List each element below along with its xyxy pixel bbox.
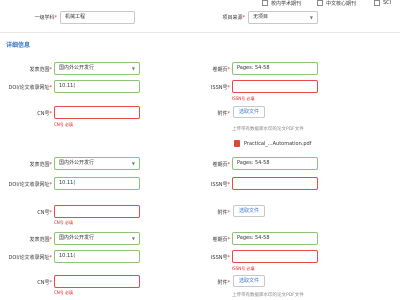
pages-input[interactable]: Pages: 54-58 — [232, 62, 318, 75]
divider — [0, 32, 400, 33]
issn-input[interactable] — [232, 177, 318, 190]
doi-label: DOI/论文收录网址* — [8, 85, 52, 91]
attach-hint: 上传带有数据库水印的论文PDF文件 — [232, 127, 304, 132]
cn-label: CN号* — [37, 111, 52, 117]
attached-file-link[interactable]: Practical_...Automation.pdf — [244, 141, 311, 147]
cn-input[interactable] — [54, 106, 140, 119]
scope-label: 发表范围* — [29, 162, 52, 168]
cn-label: CN号* — [37, 280, 52, 286]
chevron-down-icon: ▼ — [309, 15, 313, 20]
pages-input[interactable]: Pages: 54-58 — [232, 157, 318, 170]
doi-label: DOI/论文收录网址* — [8, 182, 52, 188]
checkbox-campus-journal[interactable] — [262, 0, 268, 6]
scope-label: 发表范围* — [29, 237, 52, 243]
cn-input[interactable] — [54, 205, 140, 218]
issn-error: ISSN号 必填 — [232, 96, 255, 101]
issn-input[interactable] — [232, 250, 318, 263]
doi-input[interactable]: 10.11( — [54, 177, 140, 190]
scope-label: 发表范围* — [29, 67, 52, 73]
cn-error: CN号 必填 — [54, 290, 74, 295]
choose-file-button[interactable]: 选取文件 — [233, 205, 265, 217]
subject-label: 一级学科* — [34, 15, 57, 21]
doi-input[interactable]: 10.11( — [54, 250, 140, 263]
pages-label: 卷期页* — [212, 162, 230, 168]
choose-file-button[interactable]: 选取文件 — [233, 106, 265, 118]
checkbox-campus-journal-label: 校内学术期刊 — [271, 1, 302, 7]
doi-input[interactable]: 10.11( — [54, 80, 140, 93]
issn-label: ISSN号* — [210, 85, 230, 91]
chevron-down-icon: ▼ — [131, 236, 135, 241]
attach-label: 附件* — [217, 111, 230, 117]
cn-error: CN号 必填 — [54, 220, 74, 225]
attach-label: 附件* — [217, 280, 230, 286]
source-label: 项目来源* — [222, 15, 245, 21]
checkbox-core-journal-label: 中文核心期刊 — [326, 1, 357, 7]
attach-label: 附件* — [217, 210, 230, 216]
doi-label: DOI/论文收录网址* — [8, 255, 52, 261]
cn-error: CN号 必填 — [54, 122, 74, 127]
issn-input[interactable] — [232, 80, 318, 93]
chevron-down-icon: ▼ — [131, 66, 135, 71]
source-select[interactable]: 无项目 ▼ — [248, 11, 318, 24]
pdf-file-icon — [234, 140, 240, 147]
section-title: 详细信息 — [6, 42, 31, 49]
pages-input[interactable]: Pages: 54-58 — [232, 232, 318, 245]
issn-label: ISSN号* — [210, 182, 230, 188]
checkbox-sci[interactable] — [374, 0, 380, 6]
scope-select[interactable]: 国内外公开发行 ▼ — [54, 232, 140, 245]
issn-label: ISSN号* — [210, 255, 230, 261]
cn-label: CN号* — [37, 210, 52, 216]
attach-hint: 上传带有数据库水印的论文PDF文件 — [232, 293, 304, 298]
issn-error: ISSN号 必填 — [232, 266, 255, 271]
scope-select[interactable]: 国内外公开发行 ▼ — [54, 62, 140, 75]
pages-label: 卷期页* — [212, 237, 230, 243]
cn-input[interactable] — [54, 275, 140, 288]
chevron-down-icon: ▼ — [131, 161, 135, 166]
subject-select[interactable]: 机械工程 — [60, 11, 135, 24]
choose-file-button[interactable]: 选取文件 — [233, 275, 265, 287]
checkbox-sci-label: SCI — [383, 0, 392, 6]
checkbox-core-journal[interactable] — [317, 0, 323, 6]
pages-label: 卷期页* — [212, 67, 230, 73]
scope-select[interactable]: 国内外公开发行 ▼ — [54, 157, 140, 170]
